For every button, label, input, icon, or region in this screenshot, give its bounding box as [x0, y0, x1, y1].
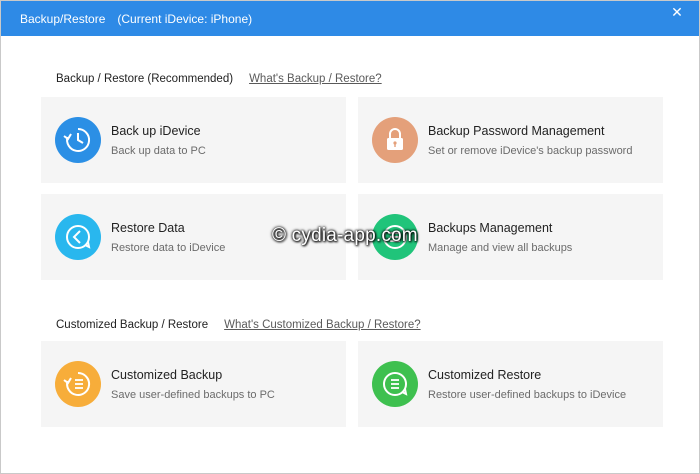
- custom-restore-icon: [372, 361, 418, 407]
- section-recommended-header: Backup / Restore (Recommended) What's Ba…: [56, 73, 382, 85]
- card-title: Backup Password Management: [428, 124, 605, 138]
- card-title: Customized Restore: [428, 368, 542, 382]
- card-title: Customized Backup: [111, 368, 223, 382]
- title-bar: Backup/Restore (Current iDevice: iPhone)…: [1, 1, 699, 36]
- window-title: Backup/Restore: [20, 11, 106, 26]
- current-device-label: (Current iDevice: iPhone): [117, 11, 253, 26]
- card-subtitle: Restore user-defined backups to iDevice: [428, 389, 627, 401]
- backup-password-management-card[interactable]: Backup Password Management Set or remove…: [358, 97, 663, 183]
- customized-restore-card[interactable]: Customized Restore Restore user-defined …: [358, 341, 663, 427]
- card-title: Back up iDevice: [111, 124, 201, 138]
- watermark-text: © cydia-app.com: [272, 225, 418, 246]
- section-customized-header: Customized Backup / Restore What's Custo…: [56, 319, 421, 331]
- backup-restore-window: Backup/Restore (Current iDevice: iPhone)…: [0, 0, 700, 474]
- lock-icon: [372, 117, 418, 163]
- card-subtitle: Restore data to iDevice: [111, 242, 226, 254]
- card-subtitle: Back up data to PC: [111, 145, 206, 157]
- close-icon[interactable]: ✕: [669, 4, 685, 20]
- card-title: Backups Management: [428, 221, 553, 235]
- back-up-idevice-card[interactable]: Back up iDevice Back up data to PC: [41, 97, 346, 183]
- whats-customized-backup-restore-link[interactable]: What's Customized Backup / Restore?: [224, 319, 421, 331]
- card-subtitle: Manage and view all backups: [428, 242, 573, 254]
- restore-icon: [55, 214, 101, 260]
- backup-icon: [55, 117, 101, 163]
- card-subtitle: Save user-defined backups to PC: [111, 389, 275, 401]
- customized-backup-card[interactable]: Customized Backup Save user-defined back…: [41, 341, 346, 427]
- card-subtitle: Set or remove iDevice's backup password: [428, 145, 633, 157]
- whats-backup-restore-link[interactable]: What's Backup / Restore?: [249, 73, 382, 85]
- custom-backup-icon: [55, 361, 101, 407]
- card-title: Restore Data: [111, 221, 185, 235]
- section-recommended-title: Backup / Restore (Recommended): [56, 73, 234, 85]
- section-customized-title: Customized Backup / Restore: [56, 319, 209, 331]
